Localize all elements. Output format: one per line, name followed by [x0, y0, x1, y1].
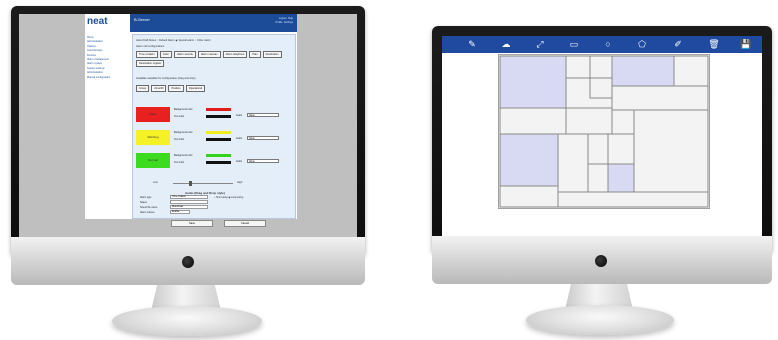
alarm-status-radios[interactable]: Alarm/Call Status ○ Default Alarm ◉ Spec… — [136, 39, 211, 42]
audio-label: Audio — [236, 137, 243, 140]
form-select[interactable]: Time of alarm — [170, 195, 208, 199]
zone-highlight — [607, 163, 635, 193]
text-color-label: Text color — [174, 115, 185, 118]
audio-select[interactable]: None — [247, 113, 279, 117]
editor-toolbar: ✎ ☁ ⤢ ▭ ○ ⬠ ✐ 🗑 💾 — [442, 36, 762, 53]
floor-plan[interactable] — [498, 54, 710, 209]
bg-color-bar[interactable] — [206, 108, 231, 111]
upload-icon[interactable]: ☁ — [492, 36, 520, 53]
right-monitor-logo-dot — [595, 255, 607, 267]
form-input[interactable]: Result.wav — [170, 205, 208, 209]
form-label: Alarm type — [140, 196, 152, 199]
left-monitor: neat Home Administration Options Users/G… — [0, 0, 372, 340]
trash-icon[interactable]: 🗑 — [700, 36, 728, 53]
bg-color-label: Background color — [174, 108, 193, 111]
left-monitor-logo-dot — [182, 256, 194, 268]
alarm-swatch[interactable]: Normal — [136, 153, 170, 168]
zone-highlight — [499, 55, 567, 109]
form-input[interactable] — [170, 200, 208, 204]
brush-icon[interactable]: ✐ — [664, 36, 692, 53]
bg-color-bar[interactable] — [206, 154, 231, 157]
text-color-bar[interactable] — [206, 138, 231, 141]
resize-icon[interactable]: ⤢ — [526, 36, 554, 53]
config-panel: Alarm/Call Status ○ Default Alarm ◉ Spec… — [132, 34, 296, 219]
slider-low-label: Low — [153, 181, 158, 184]
volume-slider-knob[interactable] — [189, 181, 192, 186]
form-select[interactable]: Enable — [170, 210, 190, 214]
left-screen: neat Home Administration Options Users/G… — [19, 14, 357, 237]
zone-highlight — [499, 133, 559, 187]
right-monitor-base — [526, 305, 674, 335]
app-page: neat Home Administration Options Users/G… — [85, 14, 297, 219]
audio-label: Audio — [236, 160, 243, 163]
text-color-label: Text color — [174, 138, 185, 141]
config-button[interactable]: Alarm telephone — [222, 51, 248, 58]
header-link[interactable]: Profile — [275, 21, 282, 24]
app-header: B-Server Logout Help Profile Settings — [130, 14, 297, 32]
text-color-bar[interactable] — [206, 115, 231, 118]
config-button[interactable]: Destination — [262, 51, 282, 58]
text-color-bar[interactable] — [206, 161, 231, 164]
config-button[interactable]: Alarm sounds — [173, 51, 196, 58]
circle-icon[interactable]: ○ — [594, 36, 622, 53]
polygon-icon[interactable]: ⬠ — [628, 36, 656, 53]
save-button[interactable]: Save — [171, 220, 213, 227]
section-subtitle: Alarm call configurations — [136, 45, 165, 48]
header-links: Logout Help Profile Settings — [275, 17, 293, 25]
right-monitor: ✎ ☁ ⤢ ▭ ○ ⬠ ✐ 🗑 💾 — [412, 0, 778, 340]
alarm-row: Warning Background color Text color Audi… — [136, 130, 292, 145]
audio-form: Alarm type Time of alarm ○ Short delay ◉… — [132, 195, 294, 218]
audio-select[interactable]: None — [247, 159, 279, 163]
form-label: Sound file name — [140, 206, 158, 209]
edit-icon[interactable]: ✎ — [458, 36, 486, 53]
config-button[interactable]: Plan — [249, 51, 261, 58]
bg-color-label: Background color — [174, 154, 193, 157]
zone-highlight — [611, 55, 675, 87]
left-monitor-base — [112, 306, 262, 336]
header-link[interactable]: Help — [288, 17, 293, 20]
alarm-swatch[interactable]: Warning — [136, 130, 170, 145]
variable-button[interactable]: Zone/ID — [151, 85, 167, 92]
alarm-row: Alarm Background color Text color Audio … — [136, 107, 292, 122]
text-color-label: Text color — [174, 161, 185, 164]
nav-item[interactable]: Manual configuration — [87, 76, 125, 80]
config-button[interactable]: Alarm manuav — [197, 51, 221, 58]
app-title: B-Server — [134, 17, 150, 22]
variable-button[interactable]: Position — [168, 85, 184, 92]
form-label: Status — [140, 201, 147, 204]
delay-radios[interactable]: ○ Short delay ◉ Long lasting — [214, 196, 243, 199]
variable-button[interactable]: Operational — [185, 85, 206, 92]
cancel-button[interactable]: Cancel — [224, 220, 266, 227]
alarm-swatch[interactable]: Alarm — [136, 107, 170, 122]
audio-select[interactable]: None — [247, 136, 279, 140]
header-link[interactable]: Settings — [284, 21, 293, 24]
alarm-row: Normal Background color Text color Audio… — [136, 153, 292, 168]
config-button[interactable]: Time of alarm — [136, 51, 158, 58]
sidebar-nav: Home Administration Options Users/Groups… — [87, 36, 125, 80]
right-screen: ✎ ☁ ⤢ ▭ ○ ⬠ ✐ 🗑 💾 — [442, 36, 762, 236]
form-label: Alarm volume — [140, 211, 155, 214]
save-icon[interactable]: 💾 — [732, 36, 760, 53]
header-link[interactable]: Logout — [279, 17, 287, 20]
variable-button[interactable]: Group — [136, 85, 150, 92]
bg-color-label: Background color — [174, 131, 193, 134]
config-buttons: Time of alarm Color Alarm sounds Alarm m… — [136, 51, 292, 67]
rectangle-icon[interactable]: ▭ — [560, 36, 588, 53]
config-button[interactable]: Destination register — [136, 60, 165, 67]
config-button[interactable]: Color — [159, 51, 172, 58]
bg-color-bar[interactable] — [206, 131, 231, 134]
variable-buttons: Group Zone/ID Position Operational — [136, 85, 206, 92]
slider-high-label: High — [237, 181, 243, 184]
neat-logo: neat — [87, 16, 108, 27]
variables-text: Available variables for configuration (d… — [136, 77, 196, 80]
audio-label: Audio — [236, 114, 243, 117]
volume-slider-track[interactable] — [173, 183, 233, 184]
